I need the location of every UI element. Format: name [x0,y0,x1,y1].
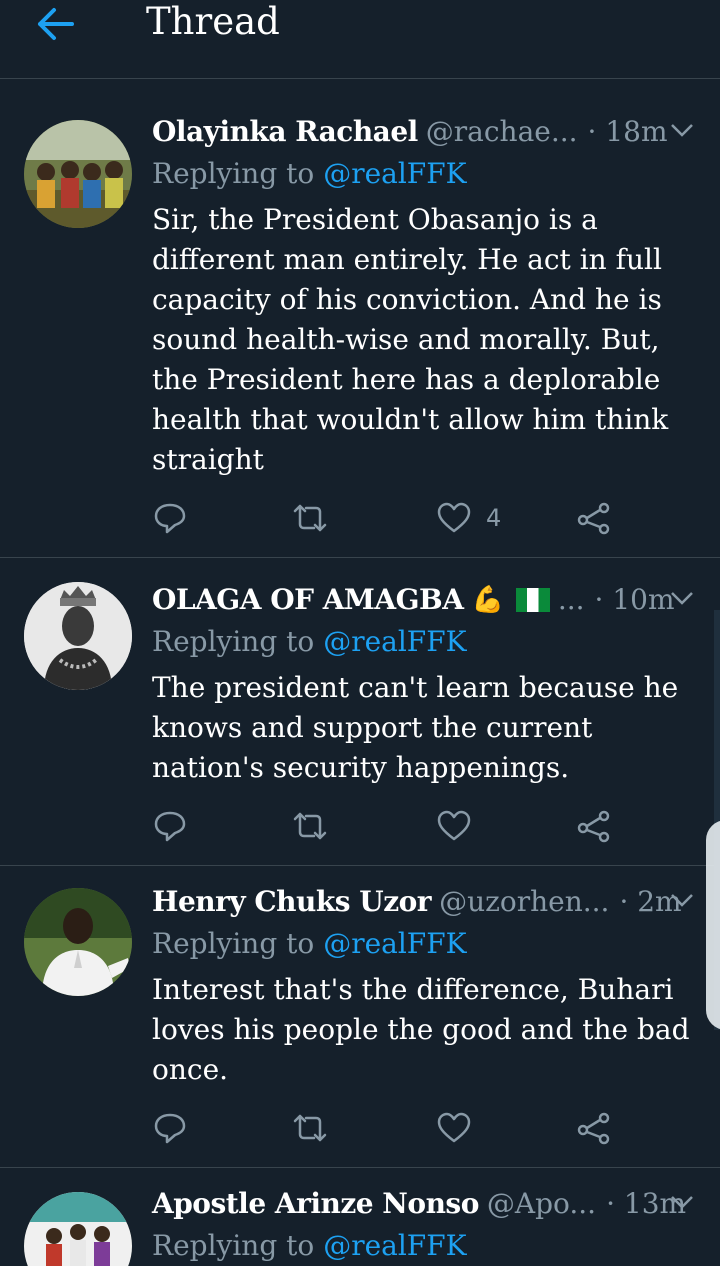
display-name[interactable]: OLAGA OF AMAGBA [152,580,464,620]
share-button[interactable] [576,1108,612,1148]
heart-icon [437,502,471,533]
tweet-item[interactable]: Apostle Arinze Nonso @Apo... · 13m Reply… [0,1168,720,1266]
avatar-image [24,1192,132,1266]
tweet-header: Apostle Arinze Nonso @Apo... · 13m [152,1184,696,1224]
like-button[interactable]: 4 [436,498,501,538]
share-button[interactable] [576,498,612,538]
display-name[interactable]: Olayinka Rachael [152,112,418,152]
avatar-image [24,120,132,228]
tweet-item[interactable]: OLAGA OF AMAGBA 💪 ... · 10m Replying to … [0,558,720,866]
replying-to: Replying to @realFFK [152,154,467,194]
tweet-actions [152,1108,632,1148]
replying-to-label: Replying to [152,625,315,658]
username[interactable]: ... [558,580,585,620]
tweet-text: Sir, the President Obasanjo is a differe… [152,203,669,476]
reply-button[interactable] [152,1108,188,1148]
edge-panel-handle[interactable] [706,820,720,1030]
share-icon [577,502,610,535]
avatar-image [24,582,132,690]
mention-link[interactable]: @realFFK [323,927,466,960]
username[interactable]: @Apo... [487,1184,596,1224]
page-title: Thread [146,0,280,43]
timestamp: · 18m [587,115,668,148]
retweet-icon [293,1114,327,1142]
top-bar: Thread [0,0,720,79]
chevron-down-icon[interactable] [668,118,696,142]
username[interactable]: @rachae... [426,112,578,152]
display-name[interactable]: Henry Chuks Uzor [152,882,432,922]
replying-to: Replying to @realFFK [152,1226,467,1266]
retweet-button[interactable] [292,498,328,538]
tweet-header: Olayinka Rachael @rachae... · 18m [152,112,696,152]
tweet-item[interactable]: Henry Chuks Uzor @uzorhen... · 2m Replyi… [0,866,720,1168]
replying-to-label: Replying to [152,927,315,960]
reply-icon [154,1113,186,1144]
retweet-icon [293,504,327,532]
tweet-actions [152,806,632,846]
mention-link[interactable]: @realFFK [323,625,466,658]
tweet-header: OLAGA OF AMAGBA 💪 ... · 10m [152,580,696,620]
tweet-header: Henry Chuks Uzor @uzorhen... · 2m [152,882,696,922]
tweet-actions: 4 [152,498,632,538]
timestamp: · 10m [594,583,675,616]
heart-icon [437,1112,471,1143]
avatar[interactable] [24,120,132,228]
replying-to: Replying to @realFFK [152,622,467,662]
mention-link[interactable]: @realFFK [323,1229,466,1262]
share-button[interactable] [576,806,612,846]
chevron-down-icon[interactable] [668,586,696,610]
avatar[interactable] [24,1192,132,1266]
like-count: 4 [486,504,502,532]
chevron-down-icon[interactable] [668,888,696,912]
share-icon [577,1112,610,1145]
chevron-down-icon[interactable] [668,1190,696,1214]
share-icon [577,810,610,843]
reply-icon [154,811,186,842]
flexed-biceps-emoji: 💪 [471,585,504,615]
tweet-text: Interest that's the difference, Buhari l… [152,973,690,1086]
retweet-button[interactable] [292,806,328,846]
replying-to-label: Replying to [152,1229,315,1262]
username[interactable]: @uzorhen... [439,882,609,922]
avatar[interactable] [24,888,132,996]
replying-to: Replying to @realFFK [152,924,467,964]
display-name[interactable]: Apostle Arinze Nonso [152,1184,479,1224]
reply-button[interactable] [152,498,188,538]
avatar[interactable] [24,582,132,690]
retweet-button[interactable] [292,1108,328,1148]
tweet-item[interactable]: Olayinka Rachael @rachae... · 18m Replyi… [0,96,720,558]
retweet-icon [293,812,327,840]
mention-link[interactable]: @realFFK [323,157,466,190]
like-button[interactable] [436,806,472,846]
reply-button[interactable] [152,806,188,846]
like-button[interactable] [436,1108,472,1148]
replying-to-label: Replying to [152,157,315,190]
tweet-text: The president can't learn because he kno… [152,671,679,784]
reply-icon [154,503,186,534]
nigeria-flag-icon [515,588,550,612]
heart-icon [437,810,471,841]
back-arrow-icon[interactable] [34,4,78,44]
avatar-image [24,888,132,996]
